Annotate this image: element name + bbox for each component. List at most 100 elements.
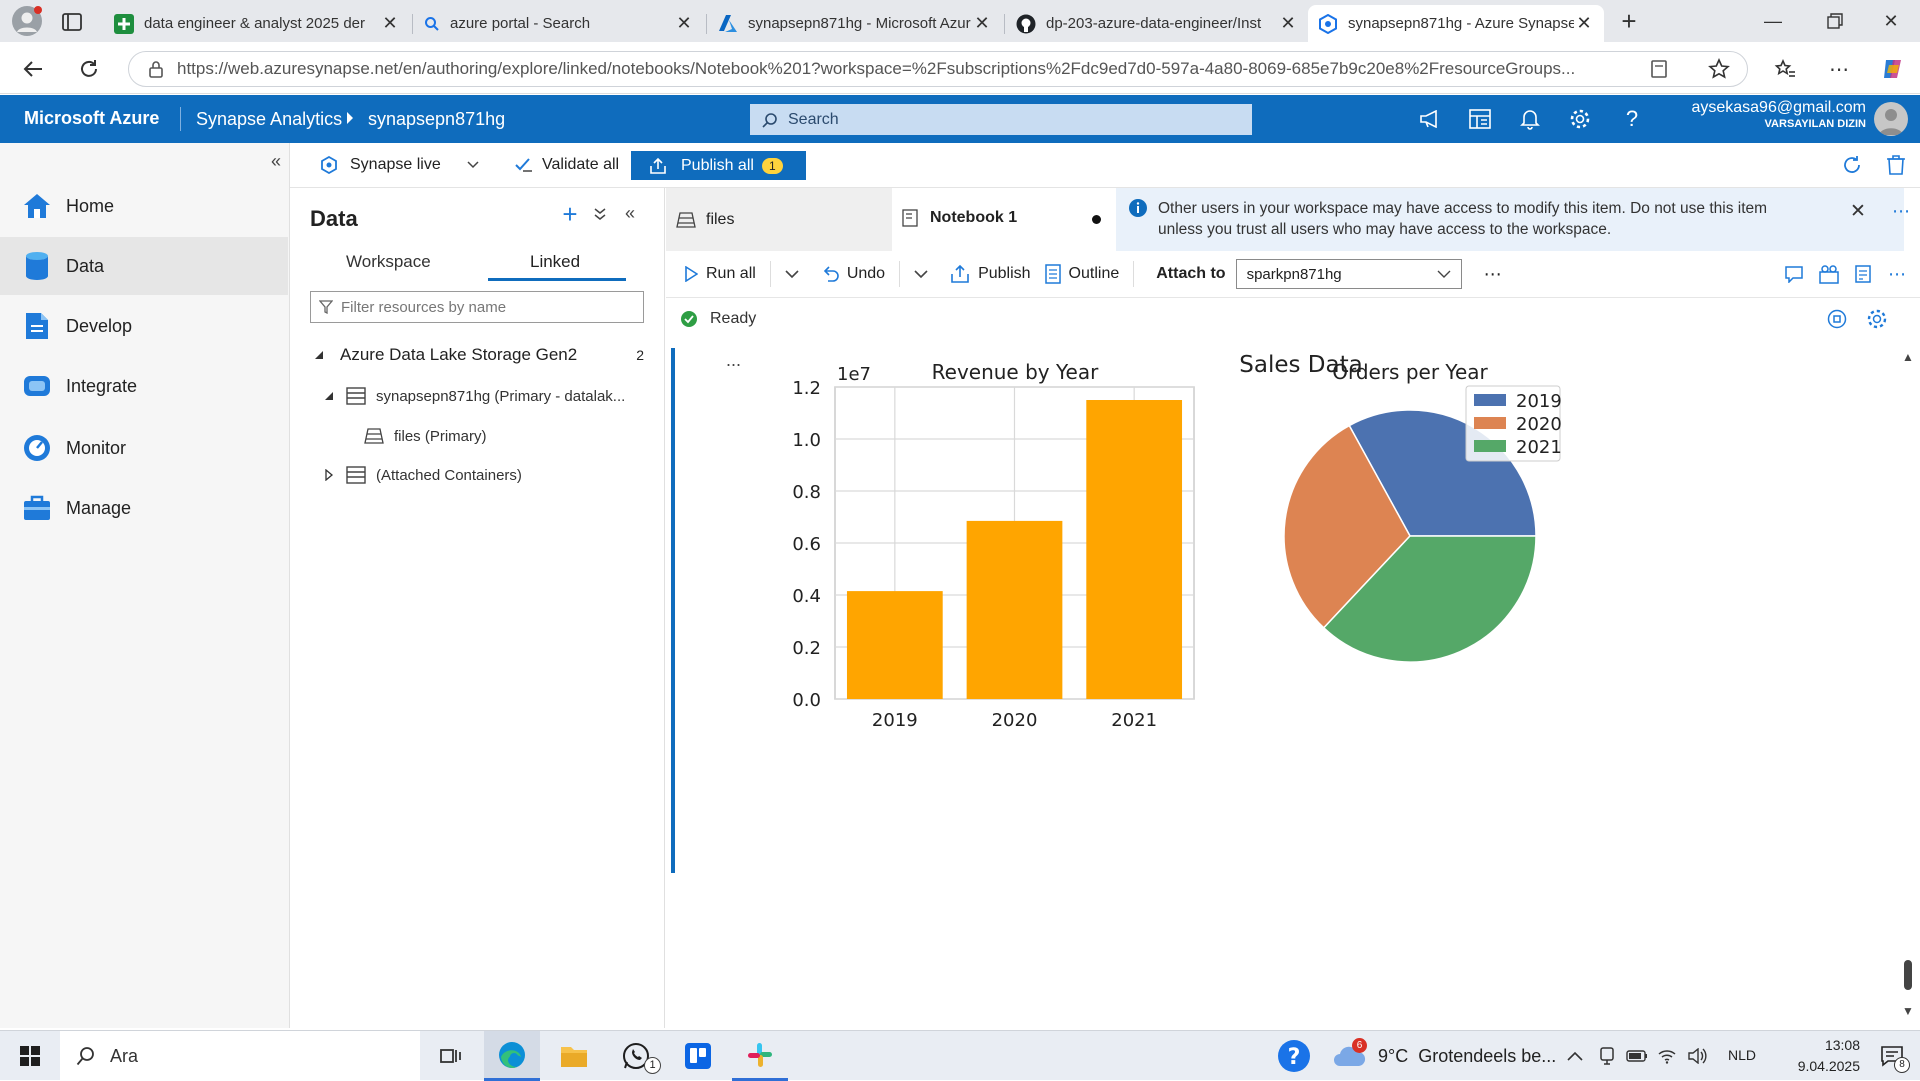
stop-session-icon[interactable] (1826, 308, 1848, 330)
more-icon[interactable]: ⋯ (1484, 264, 1502, 285)
workspace-name[interactable]: synapsepn871hg (368, 109, 505, 130)
settings-gear-icon[interactable] (1556, 95, 1604, 143)
data-icon (20, 251, 54, 281)
browser-tab-synapse[interactable]: synapsepn871hg - Azure Synapse ✕ (1308, 5, 1604, 42)
attach-to-dropdown[interactable]: sparkpn871hg (1235, 259, 1462, 289)
undo-options-dropdown[interactable] (914, 269, 936, 279)
close-icon[interactable]: ✕ (1278, 13, 1298, 34)
publish-button[interactable]: Publish (950, 264, 1031, 284)
undo-button[interactable]: Undo (821, 265, 885, 283)
synapse-live-selector[interactable]: Synapse live (320, 143, 479, 187)
expand-collapse-icon[interactable] (590, 204, 610, 224)
nav-integrate[interactable]: Integrate (0, 357, 288, 415)
nav-manage[interactable]: Manage (0, 479, 288, 537)
more-icon[interactable]: ⋯ (1890, 200, 1912, 222)
run-options-dropdown[interactable] (785, 269, 807, 279)
editor-tab-notebook[interactable]: Notebook 1 (892, 188, 1116, 251)
minimize-icon[interactable]: — (1742, 0, 1804, 42)
copilot-icon[interactable] (1876, 52, 1910, 86)
tab-workspace[interactable]: Workspace (346, 252, 431, 272)
slack-icon[interactable] (732, 1031, 788, 1081)
brand-link[interactable]: Microsoft Azure (24, 108, 159, 129)
site-info-icon[interactable] (147, 60, 165, 78)
show-hidden-icons-chevron-up-icon[interactable] (1560, 1031, 1590, 1081)
window-close-icon[interactable]: ✕ (1860, 0, 1920, 42)
scroll-down-icon[interactable]: ▼ (1902, 1004, 1914, 1018)
notifications-icon[interactable]: 8 (1870, 1031, 1914, 1081)
scroll-up-icon[interactable]: ▲ (1902, 350, 1914, 364)
validate-all-button[interactable]: Validate all (514, 143, 619, 187)
user-avatar[interactable] (1874, 102, 1908, 136)
close-icon[interactable]: ✕ (380, 13, 400, 34)
clock[interactable]: 13:08 9.04.2025 (1770, 1035, 1860, 1077)
browser-tab-azure-portal[interactable]: synapsepn871hg - Microsoft Azur ✕ (708, 5, 1002, 42)
refresh-icon[interactable] (1840, 153, 1864, 177)
taskbar-search[interactable]: Ara (60, 1031, 420, 1081)
back-icon[interactable] (16, 52, 50, 86)
language-indicator[interactable]: NLD (1728, 1047, 1756, 1063)
browser-tab-search[interactable]: azure portal - Search ✕ (414, 5, 704, 42)
tree-item-primary[interactable]: synapsepn871hg (Primary - datalak... (324, 383, 644, 409)
tab-linked[interactable]: Linked (530, 252, 580, 272)
volume-icon[interactable] (1682, 1031, 1712, 1081)
browser-tab-title: azure portal - Search (450, 15, 591, 32)
close-icon[interactable]: ✕ (1848, 201, 1868, 222)
publish-all-button[interactable]: Publish all 1 (631, 151, 806, 180)
battery-icon[interactable] (1622, 1031, 1652, 1081)
task-view-icon[interactable] (422, 1031, 478, 1081)
favorite-star-icon[interactable] (1702, 52, 1736, 86)
more-icon[interactable]: ⋯ (1888, 264, 1906, 285)
new-tab-icon[interactable]: + (1616, 6, 1642, 36)
refresh-icon[interactable] (72, 52, 106, 86)
discard-icon[interactable] (1884, 153, 1908, 177)
undo-icon (821, 265, 839, 283)
add-icon[interactable]: + (558, 199, 582, 229)
tab-actions-icon[interactable] (60, 10, 84, 34)
nav-develop[interactable]: Develop (0, 297, 288, 355)
close-icon[interactable]: ✕ (674, 13, 694, 34)
tree-item-files[interactable]: files (Primary) (364, 423, 644, 449)
close-icon[interactable]: ✕ (1574, 13, 1594, 34)
collapse-panel-icon[interactable]: « (620, 202, 640, 224)
restore-icon[interactable] (1804, 0, 1866, 42)
close-icon[interactable]: ✕ (972, 13, 992, 34)
user-account[interactable]: aysekasa96@gmail.com VARSAYILAN DIZIN (1660, 99, 1866, 130)
editor-tab-files[interactable]: files (666, 188, 892, 251)
browser-tab-sheet[interactable]: data engineer & analyst 2025 der ✕ (104, 5, 410, 42)
nav-home[interactable]: Home (0, 177, 288, 235)
properties-icon[interactable] (1854, 264, 1874, 284)
browser-tab-github[interactable]: dp-203-azure-data-engineer/Inst ✕ (1006, 5, 1308, 42)
more-menu-icon[interactable]: ⋯ (1822, 52, 1856, 86)
help-icon[interactable]: ? (1608, 95, 1656, 143)
wifi-icon[interactable] (1652, 1031, 1682, 1081)
run-all-button[interactable]: Run all (684, 265, 756, 283)
help-app-icon[interactable]: ? (1266, 1031, 1322, 1081)
profile-avatar-icon[interactable] (12, 6, 42, 36)
whatsapp-icon[interactable]: 1 (608, 1031, 664, 1081)
filter-input[interactable]: Filter resources by name (310, 291, 644, 323)
outline-button[interactable]: Outline (1044, 264, 1119, 284)
collapse-nav-icon[interactable]: « (266, 151, 286, 171)
comments-icon[interactable] (1784, 265, 1804, 283)
reader-view-icon[interactable] (1642, 52, 1676, 86)
variables-icon[interactable] (1818, 264, 1840, 284)
nav-monitor[interactable]: Monitor (0, 419, 288, 477)
tree-group-adls[interactable]: Azure Data Lake Storage Gen2 2 (314, 342, 650, 368)
trello-icon[interactable] (670, 1031, 726, 1081)
edge-browser-icon[interactable] (484, 1031, 540, 1081)
announcement-icon[interactable] (1406, 95, 1454, 143)
weather-widget[interactable]: 6 9°C Grotendeels be... (1332, 1031, 1556, 1081)
service-name[interactable]: Synapse Analytics (196, 109, 342, 130)
file-explorer-icon[interactable] (546, 1031, 602, 1081)
windows-start-icon[interactable] (2, 1031, 58, 1081)
favorites-icon[interactable] (1768, 52, 1802, 86)
nav-data[interactable]: Data (0, 237, 288, 295)
notifications-bell-icon[interactable] (1506, 95, 1554, 143)
directory-switch-icon[interactable] (1456, 95, 1504, 143)
tree-item-attached[interactable]: (Attached Containers) (324, 462, 644, 488)
device-icon[interactable] (1592, 1031, 1622, 1081)
header-search[interactable]: Search (750, 104, 1252, 135)
session-settings-icon[interactable] (1866, 308, 1888, 330)
scrollbar-thumb[interactable] (1904, 960, 1912, 990)
url-field[interactable]: https://web.azuresynapse.net/en/authorin… (128, 51, 1748, 87)
